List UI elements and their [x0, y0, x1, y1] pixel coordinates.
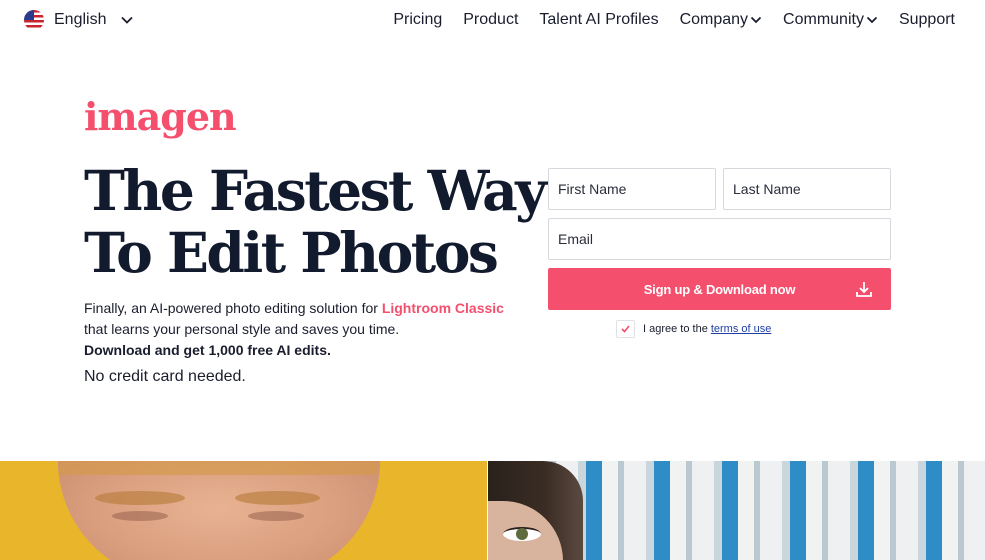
signup-download-button[interactable]: Sign up & Download now	[548, 268, 891, 310]
agree-checkbox[interactable]	[616, 320, 635, 338]
first-name-field[interactable]	[548, 168, 716, 210]
nav-link-support[interactable]: Support	[899, 11, 955, 29]
us-flag-icon	[24, 10, 44, 30]
nav-link-pricing[interactable]: Pricing	[393, 11, 442, 29]
download-icon	[856, 282, 872, 297]
nav-links: Pricing Product Talent AI Profiles Compa…	[393, 11, 955, 29]
desc-text-1: Finally, an AI-powered photo editing sol…	[84, 300, 382, 316]
headline-line-1: The Fastest Way	[84, 158, 547, 223]
terms-agreement: I agree to the terms of use	[616, 320, 771, 338]
checkmark-icon	[621, 325, 630, 333]
signup-download-label: Sign up & Download now	[643, 282, 796, 297]
man-face-photo	[0, 461, 487, 560]
chevron-down-icon	[121, 16, 134, 24]
imagen-logo[interactable]: imagen	[84, 98, 237, 136]
agree-text: I agree to the	[643, 323, 708, 335]
email-field[interactable]	[548, 218, 891, 260]
page-title: The Fastest Way To Edit Photos	[84, 158, 547, 285]
language-label: English	[54, 11, 107, 28]
last-name-field[interactable]	[723, 168, 891, 210]
chevron-down-icon	[866, 16, 878, 24]
headline-line-2: To Edit Photos	[84, 220, 499, 285]
language-selector[interactable]: English	[24, 10, 134, 30]
nav-link-community[interactable]: Community	[783, 11, 878, 29]
nav-link-company[interactable]: Company	[680, 11, 762, 29]
chevron-down-icon	[750, 16, 762, 24]
desc-text-2: that learns your personal style and save…	[84, 321, 400, 337]
woman-face-photo	[488, 461, 985, 560]
lightroom-classic-highlight: Lightroom Classic	[381, 300, 504, 316]
no-credit-card-note: No credit card needed.	[84, 368, 246, 385]
hero-description: Finally, an AI-powered photo editing sol…	[84, 298, 534, 361]
nav-link-talent-ai-profiles[interactable]: Talent AI Profiles	[539, 11, 658, 29]
terms-of-use-link[interactable]: terms of use	[711, 323, 772, 335]
nav-link-product[interactable]: Product	[463, 11, 518, 29]
free-edits-text: Download and get 1,000 free AI edits.	[84, 342, 331, 358]
top-nav: English Pricing Product Talent AI Profil…	[0, 0, 985, 44]
